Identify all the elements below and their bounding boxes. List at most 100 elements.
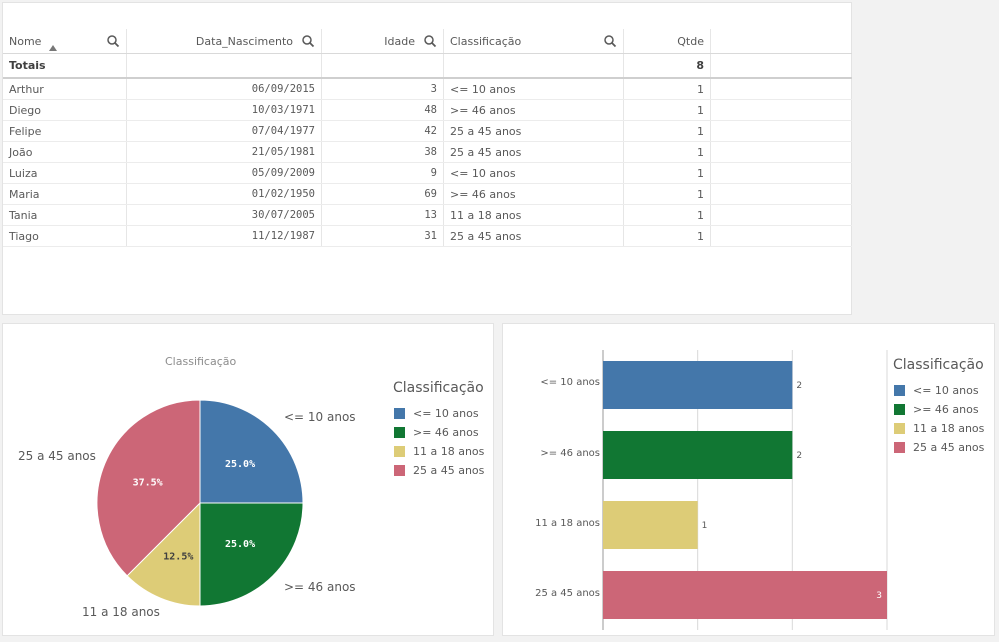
bar-category-label: <= 10 anos: [540, 377, 600, 388]
cell-nome[interactable]: Felipe: [3, 121, 127, 141]
data-table: Nome Data_Nascimento Idade Classificação…: [3, 29, 852, 247]
cell-idade: 9: [322, 163, 444, 183]
pie-percent-label: 37.5%: [133, 477, 163, 488]
column-header-data-nascimento[interactable]: Data_Nascimento: [127, 29, 322, 53]
table-row[interactable]: Tania 30/07/2005 13 11 a 18 anos 1: [3, 205, 852, 226]
cell-idade: 69: [322, 184, 444, 204]
table-cell: [322, 54, 444, 77]
column-header-label: Idade: [384, 34, 415, 48]
legend-label: <= 10 anos: [913, 383, 979, 397]
cell-classificacao[interactable]: >= 46 anos: [444, 100, 624, 120]
cell-nome[interactable]: Luiza: [3, 163, 127, 183]
pie-percent-label: 12.5%: [163, 551, 193, 562]
table-row[interactable]: Luiza 05/09/2009 9 <= 10 anos 1: [3, 163, 852, 184]
cell-data: 21/05/1981: [127, 142, 322, 162]
pie-category-label: <= 10 anos: [284, 410, 356, 424]
cell-nome[interactable]: Diego: [3, 100, 127, 120]
table-panel: Nome Data_Nascimento Idade Classificação…: [2, 2, 852, 315]
cell-data: 01/02/1950: [127, 184, 322, 204]
column-header-idade[interactable]: Idade: [322, 29, 444, 53]
table-cell: [127, 54, 322, 77]
legend-item[interactable]: 25 a 45 anos: [394, 463, 484, 477]
legend-label: >= 46 anos: [913, 402, 979, 416]
cell-data: 30/07/2005: [127, 205, 322, 225]
cell-qtde: 1: [624, 121, 711, 141]
cell-classificacao[interactable]: <= 10 anos: [444, 79, 624, 99]
search-icon[interactable]: [106, 34, 120, 48]
legend-item[interactable]: <= 10 anos: [394, 406, 479, 420]
search-icon[interactable]: [603, 34, 617, 48]
legend-swatch: [894, 384, 905, 396]
legend-item[interactable]: 11 a 18 anos: [394, 444, 484, 458]
cell-nome[interactable]: Maria: [3, 184, 127, 204]
cell-classificacao[interactable]: 25 a 45 anos: [444, 121, 624, 141]
bar-category-label: >= 46 anos: [540, 448, 600, 459]
table-cell: [711, 163, 852, 183]
legend-swatch: [394, 426, 405, 438]
cell-classificacao[interactable]: 25 a 45 anos: [444, 142, 624, 162]
column-header-qtde[interactable]: Qtde: [624, 29, 711, 53]
sort-ascending-icon[interactable]: [49, 45, 57, 51]
cell-classificacao[interactable]: 11 a 18 anos: [444, 205, 624, 225]
search-icon[interactable]: [423, 34, 437, 48]
cell-qtde: 1: [624, 100, 711, 120]
pie-percent-label: 25.0%: [225, 459, 255, 470]
bar[interactable]: [603, 361, 793, 409]
cell-qtde: 1: [624, 226, 711, 246]
pie-legend-title: Classificação: [393, 380, 484, 396]
table-row[interactable]: Tiago 11/12/1987 31 25 a 45 anos 1: [3, 226, 852, 247]
table-row[interactable]: Felipe 07/04/1977 42 25 a 45 anos 1: [3, 121, 852, 142]
bar-value-label: 2: [796, 381, 802, 391]
table-row[interactable]: Maria 01/02/1950 69 >= 46 anos 1: [3, 184, 852, 205]
table-row[interactable]: João 21/05/1981 38 25 a 45 anos 1: [3, 142, 852, 163]
legend-label: >= 46 anos: [413, 425, 479, 439]
legend-swatch: [894, 403, 905, 415]
cell-classificacao[interactable]: 25 a 45 anos: [444, 226, 624, 246]
table-row[interactable]: Arthur 06/09/2015 3 <= 10 anos 1: [3, 79, 852, 100]
legend-label: 25 a 45 anos: [913, 440, 985, 454]
cell-qtde: 1: [624, 142, 711, 162]
table-row[interactable]: Diego 10/03/1971 48 >= 46 anos 1: [3, 100, 852, 121]
cell-nome[interactable]: Tiago: [3, 226, 127, 246]
table-cell: [711, 121, 852, 141]
bar[interactable]: [603, 501, 698, 549]
table-cell: [711, 205, 852, 225]
cell-data: 11/12/1987: [127, 226, 322, 246]
cell-classificacao[interactable]: >= 46 anos: [444, 184, 624, 204]
bar-chart-panel: 2213 <= 10 anos >= 46 anos 11 a 18 anos …: [502, 323, 995, 636]
pie-percent-label: 25.0%: [225, 539, 255, 550]
legend-item[interactable]: >= 46 anos: [894, 402, 979, 416]
legend-item[interactable]: >= 46 anos: [394, 425, 479, 439]
column-header-empty: [711, 29, 852, 53]
legend-swatch: [894, 441, 905, 453]
cell-nome[interactable]: João: [3, 142, 127, 162]
pie-chart: 25.0% 25.0% 12.5% 37.5%: [96, 399, 304, 607]
table-header-row: Nome Data_Nascimento Idade Classificação…: [3, 29, 852, 54]
cell-qtde: 1: [624, 184, 711, 204]
table-cell: [711, 226, 852, 246]
column-header-label: Data_Nascimento: [195, 34, 293, 48]
cell-data: 05/09/2009: [127, 163, 322, 183]
search-icon[interactable]: [301, 34, 315, 48]
table-cell: [711, 142, 852, 162]
bar[interactable]: [603, 571, 887, 619]
cell-classificacao[interactable]: <= 10 anos: [444, 163, 624, 183]
legend-item[interactable]: <= 10 anos: [894, 383, 979, 397]
legend-label: 11 a 18 anos: [413, 444, 485, 458]
cell-nome[interactable]: Tania: [3, 205, 127, 225]
totals-row: Totais 8: [3, 54, 852, 79]
column-header-nome[interactable]: Nome: [3, 29, 127, 53]
pie-category-label: 25 a 45 anos: [18, 449, 96, 463]
bar-value-label: 1: [702, 521, 708, 531]
bar-category-label: 25 a 45 anos: [535, 588, 600, 599]
cell-qtde: 1: [624, 79, 711, 99]
column-header-classificacao[interactable]: Classificação: [444, 29, 624, 53]
bar-value-label: 2: [796, 451, 802, 461]
cell-idade: 31: [322, 226, 444, 246]
legend-item[interactable]: 25 a 45 anos: [894, 440, 984, 454]
cell-nome[interactable]: Arthur: [3, 79, 127, 99]
legend-item[interactable]: 11 a 18 anos: [894, 421, 984, 435]
legend-swatch: [394, 407, 405, 419]
bar[interactable]: [603, 431, 793, 479]
pie-category-label: 11 a 18 anos: [82, 605, 160, 619]
